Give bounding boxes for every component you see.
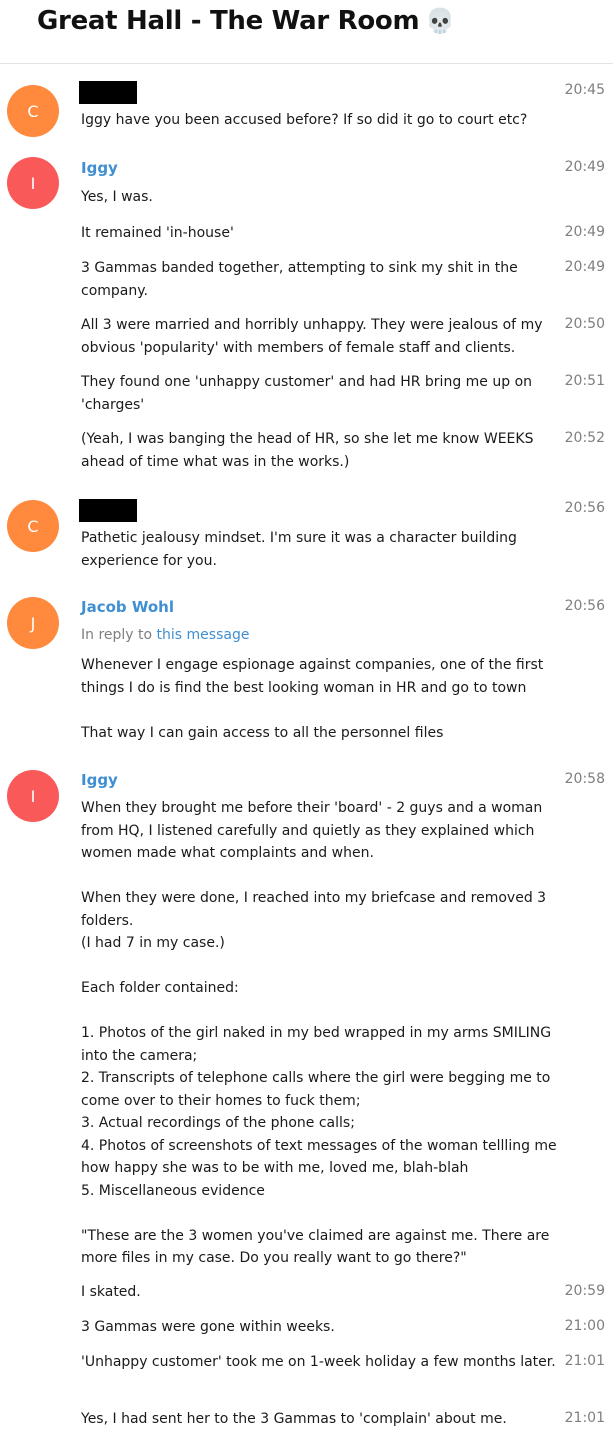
avatar[interactable]: C bbox=[7, 85, 59, 137]
message-text[interactable]: Yes, I was. bbox=[81, 186, 606, 209]
message-text[interactable]: 3 Gammas were gone within weeks. bbox=[81, 1316, 606, 1339]
message-time: 20:56 bbox=[564, 500, 605, 516]
reply-link[interactable]: this message bbox=[157, 627, 250, 643]
message-body: When they brought me before their 'board… bbox=[81, 800, 557, 1266]
reply-prefix: In reply to bbox=[81, 627, 157, 643]
message-body: I skated. bbox=[81, 1284, 141, 1300]
avatar[interactable]: I bbox=[7, 770, 59, 822]
message-text[interactable]: When they brought me before their 'board… bbox=[81, 797, 606, 1270]
message-text[interactable]: Pathetic jealousy mindset. I'm sure it w… bbox=[81, 527, 606, 572]
message-text[interactable]: Iggy have you been accused before? If so… bbox=[81, 109, 606, 132]
message-time: 20:56 bbox=[564, 598, 605, 614]
message-time: 20:49 bbox=[564, 159, 605, 175]
message-body: All 3 were married and horribly unhappy.… bbox=[81, 317, 543, 356]
message-text[interactable]: It remained 'in-house' bbox=[81, 222, 606, 245]
chat-title[interactable]: Great Hall - The War Room 💀 bbox=[37, 6, 455, 36]
message-body: It remained 'in-house' bbox=[81, 225, 234, 241]
message-body: Yes, I had sent her to the 3 Gammas to '… bbox=[81, 1411, 507, 1427]
message-body: 3 Gammas banded together, attempting to … bbox=[81, 260, 518, 299]
message-body: 3 Gammas were gone within weeks. bbox=[81, 1319, 335, 1335]
avatar[interactable]: J bbox=[7, 597, 59, 649]
sender-name[interactable]: Jacob Wohl bbox=[81, 598, 174, 616]
skull-icon: 💀 bbox=[425, 7, 455, 35]
avatar[interactable]: C bbox=[7, 500, 59, 552]
message-text[interactable]: Yes, I had sent her to the 3 Gammas to '… bbox=[81, 1408, 606, 1431]
message-body: (Yeah, I was banging the head of HR, so … bbox=[81, 431, 534, 470]
message-text[interactable]: 3 Gammas banded together, attempting to … bbox=[81, 257, 606, 302]
message-body: 'Unhappy customer' took me on 1-week hol… bbox=[81, 1354, 556, 1370]
sender-name[interactable]: Iggy bbox=[81, 771, 118, 789]
message-body: Whenever I engage espionage against comp… bbox=[81, 657, 544, 741]
message-text[interactable]: All 3 were married and horribly unhappy.… bbox=[81, 314, 606, 359]
message-text[interactable]: Whenever I engage espionage against comp… bbox=[81, 654, 606, 744]
message-text[interactable]: They found one 'unhappy customer' and ha… bbox=[81, 371, 606, 416]
message-time: 20:58 bbox=[564, 771, 605, 787]
sender-name[interactable]: Iggy bbox=[81, 159, 118, 177]
redacted-sender-name bbox=[79, 499, 137, 522]
redacted-sender-name bbox=[79, 81, 137, 104]
message-time: 20:45 bbox=[564, 82, 605, 98]
message-text[interactable]: I skated. bbox=[81, 1281, 606, 1304]
message-text[interactable]: 'Unhappy customer' took me on 1-week hol… bbox=[81, 1351, 606, 1374]
chat-header: Great Hall - The War Room 💀 bbox=[0, 0, 613, 64]
message-body: Yes, I was. bbox=[81, 189, 153, 205]
message-text[interactable]: (Yeah, I was banging the head of HR, so … bbox=[81, 428, 606, 473]
reply-indicator: In reply to this message bbox=[81, 627, 249, 643]
avatar[interactable]: I bbox=[7, 157, 59, 209]
chat-title-text: Great Hall - The War Room bbox=[37, 6, 420, 36]
message-body: They found one 'unhappy customer' and ha… bbox=[81, 374, 533, 413]
message-body: Pathetic jealousy mindset. I'm sure it w… bbox=[81, 530, 517, 569]
message-body: Iggy have you been accused before? If so… bbox=[81, 112, 528, 128]
